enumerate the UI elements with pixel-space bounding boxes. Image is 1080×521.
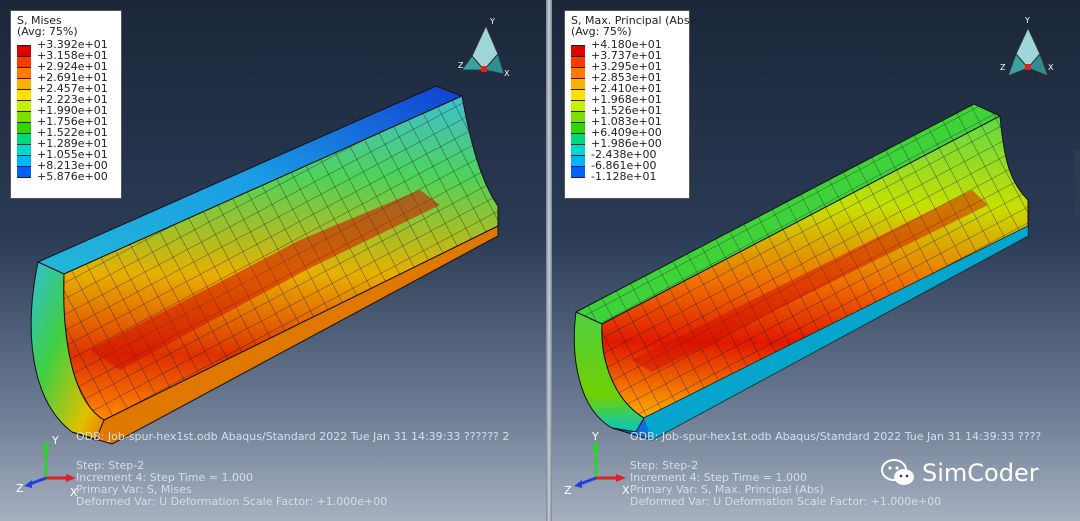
legend-tick xyxy=(571,56,585,57)
orient-x-label: X xyxy=(1048,63,1054,72)
orient-z-label: Z xyxy=(458,61,464,70)
viewport-right[interactable]: S, Max. Principal (Abs) (Avg: 75%) +4.18… xyxy=(552,0,1080,521)
viewport-left[interactable]: S, Mises (Avg: 75%) +3.392e+01 +3.158e+01… xyxy=(0,0,546,521)
legend-scale: +3.392e+01 +3.158e+01 +2.924e+01 +2.691e+01… xyxy=(17,39,115,185)
orient-z-label: Z xyxy=(1000,63,1006,72)
legend-averaging: (Avg: 75%) xyxy=(571,25,632,38)
legend-tick xyxy=(571,89,585,90)
orient-y-label: Y xyxy=(489,17,495,26)
triad-z-label: Z xyxy=(16,482,24,495)
legend-tick xyxy=(17,45,31,46)
odb-info: ODB: Job-spur-hex1st.odb Abaqus/Standard… xyxy=(76,430,510,443)
legend-row: -1.128e+01 xyxy=(571,171,681,188)
legend-tick xyxy=(571,133,585,134)
wechat-icon xyxy=(881,459,914,485)
triad-x-label: X xyxy=(622,484,630,497)
orient-y-label: Y xyxy=(1024,16,1030,25)
axis-triad-icon: Y Z X xyxy=(564,432,630,497)
legend-tick xyxy=(571,111,585,112)
side-toolbar-edge[interactable] xyxy=(1074,150,1080,220)
legend-tick xyxy=(17,89,31,90)
contour-legend: S, Mises (Avg: 75%) +3.392e+01 +3.158e+01… xyxy=(10,10,122,199)
legend-tick xyxy=(571,144,585,145)
legend-averaging: (Avg: 75%) xyxy=(17,25,78,38)
watermark: SimCoder xyxy=(880,458,1039,488)
legend-tick xyxy=(571,155,585,156)
legend-value: +5.876e+00 xyxy=(37,170,108,183)
deformed-var-info: Deformed Var: U Deformation Scale Factor… xyxy=(630,495,942,508)
legend-tick xyxy=(17,166,31,167)
legend-tick xyxy=(571,45,585,46)
legend-tick xyxy=(17,177,31,178)
legend-tick xyxy=(17,155,31,156)
triad-z-label: Z xyxy=(564,484,572,497)
view-orientation-icon[interactable]: Y Z X xyxy=(454,16,514,84)
legend-value: -1.128e+01 xyxy=(591,170,657,183)
legend-tick xyxy=(17,133,31,134)
legend-tick xyxy=(571,100,585,101)
legend-row: +5.876e+00 xyxy=(17,171,127,188)
deformed-var-info: Deformed Var: U Deformation Scale Factor… xyxy=(76,495,388,508)
abaqus-viewer: S, Mises (Avg: 75%) +3.392e+01 +3.158e+01… xyxy=(0,0,1080,521)
legend-tick xyxy=(571,67,585,68)
contour-legend: S, Max. Principal (Abs) (Avg: 75%) +4.18… xyxy=(564,10,694,199)
legend-tick xyxy=(571,78,585,79)
odb-info: ODB: Job-spur-hex1st.odb Abaqus/Standard… xyxy=(630,430,1042,443)
legend-tick xyxy=(17,100,31,101)
legend-tick xyxy=(17,67,31,68)
triad-y-label: Y xyxy=(591,432,599,443)
triad-y-label: Y xyxy=(51,434,59,447)
legend-tick xyxy=(17,144,31,145)
legend-scale: +4.180e+01 +3.737e+01 +3.295e+01 +2.853e+01… xyxy=(571,39,683,188)
legend-tick xyxy=(571,177,585,178)
orient-x-label: X xyxy=(504,69,510,78)
watermark-text: SimCoder xyxy=(922,459,1039,487)
axis-triad-icon: Y Z X xyxy=(16,434,78,499)
legend-tick xyxy=(17,111,31,112)
legend-tick xyxy=(571,166,585,167)
legend-tick xyxy=(571,122,585,123)
legend-tick xyxy=(17,122,31,123)
view-orientation-icon[interactable]: Y Z X xyxy=(1000,14,1056,84)
legend-tick xyxy=(17,78,31,79)
legend-tick xyxy=(17,56,31,57)
